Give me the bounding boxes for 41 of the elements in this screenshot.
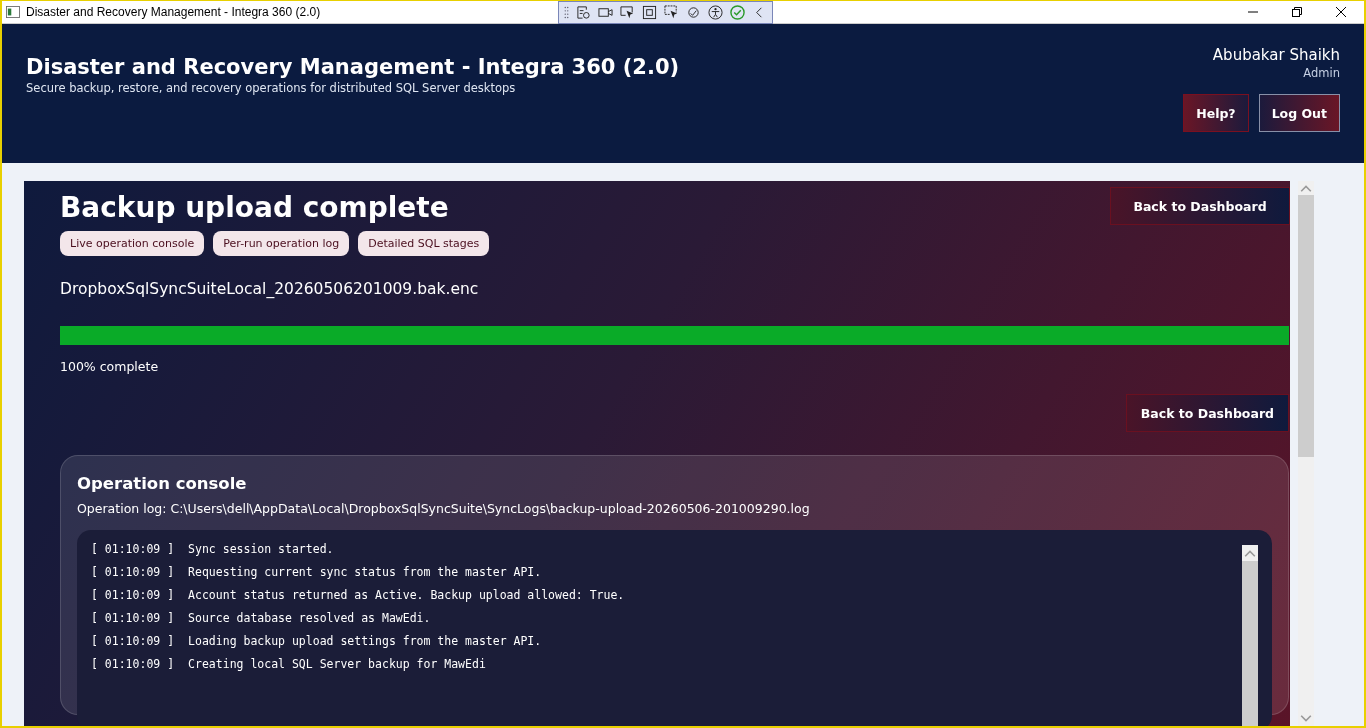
- user-role: Admin: [1303, 66, 1340, 80]
- accessibility-icon[interactable]: [708, 5, 723, 20]
- log-message: Sync session started.: [188, 542, 334, 558]
- select-icon[interactable]: [664, 5, 679, 20]
- log-message: Loading backup upload settings from the master API.: [188, 634, 542, 650]
- user-name: Abubakar Shaikh: [1212, 46, 1340, 64]
- grip-icon[interactable]: [564, 5, 569, 20]
- app-subtitle: Secure backup, restore, and recovery operations for distributed SQL Server desktops: [26, 81, 517, 95]
- back-to-dashboard-button[interactable]: Back to Dashboard: [1110, 187, 1290, 225]
- operation-title: Backup upload complete: [60, 191, 449, 224]
- scrollbar[interactable]: [1242, 545, 1258, 726]
- log-message: Account status returned as Active. Backup upload allowed: True.: [188, 588, 625, 604]
- window-title: Disaster and Recovery Management - Integra 360 (2.0): [26, 5, 321, 19]
- restore-icon[interactable]: [1292, 7, 1302, 17]
- log-timestamp: [ 01:10:09 ]: [91, 611, 175, 627]
- square-icon[interactable]: [642, 5, 657, 20]
- logout-button[interactable]: Log Out: [1258, 94, 1340, 132]
- log-message: Requesting current sync status from the master API.: [188, 565, 542, 581]
- console-title: Operation console: [77, 474, 248, 493]
- log-path: Operation log: C:\Users\dell\AppData\Local\DropboxSqlSyncSuite\SyncLogs\backup-upload-20260506-201009290.log: [77, 501, 811, 516]
- close-icon[interactable]: [1336, 7, 1346, 17]
- video-camera-icon[interactable]: [598, 5, 613, 20]
- feature-chip: Live operation console: [60, 231, 205, 256]
- log-timestamp: [ 01:10:09 ]: [91, 634, 175, 650]
- check-icon[interactable]: [730, 5, 745, 20]
- tree-icon[interactable]: [576, 5, 591, 20]
- log-timestamp: [ 01:10:09 ]: [91, 565, 175, 581]
- app-title: Disaster and Recovery Management - Integra 360 (2.0): [26, 55, 680, 79]
- log-timestamp: [ 01:10:09 ]: [91, 657, 175, 673]
- log-timestamp: [ 01:10:09 ]: [91, 542, 175, 558]
- back-to-dashboard-button[interactable]: Back to Dashboard: [1125, 394, 1289, 432]
- progress-reading: 100% complete: [60, 359, 160, 374]
- feature-chip: Per-run operation log: [213, 231, 350, 256]
- app-icon: [6, 6, 20, 18]
- pointer-icon[interactable]: [620, 5, 635, 20]
- help-button[interactable]: Help?: [1183, 94, 1249, 132]
- file-name: DropboxSqlSyncSuiteLocal_20260506201009.bak.enc: [60, 280, 480, 298]
- log-message: Creating local SQL Server backup for MawEdi: [188, 657, 486, 673]
- log-message: Source database resolved as MawEdi.: [188, 611, 431, 627]
- feature-chip: Detailed SQL stages: [358, 231, 490, 256]
- log-timestamp: [ 01:10:09 ]: [91, 588, 175, 604]
